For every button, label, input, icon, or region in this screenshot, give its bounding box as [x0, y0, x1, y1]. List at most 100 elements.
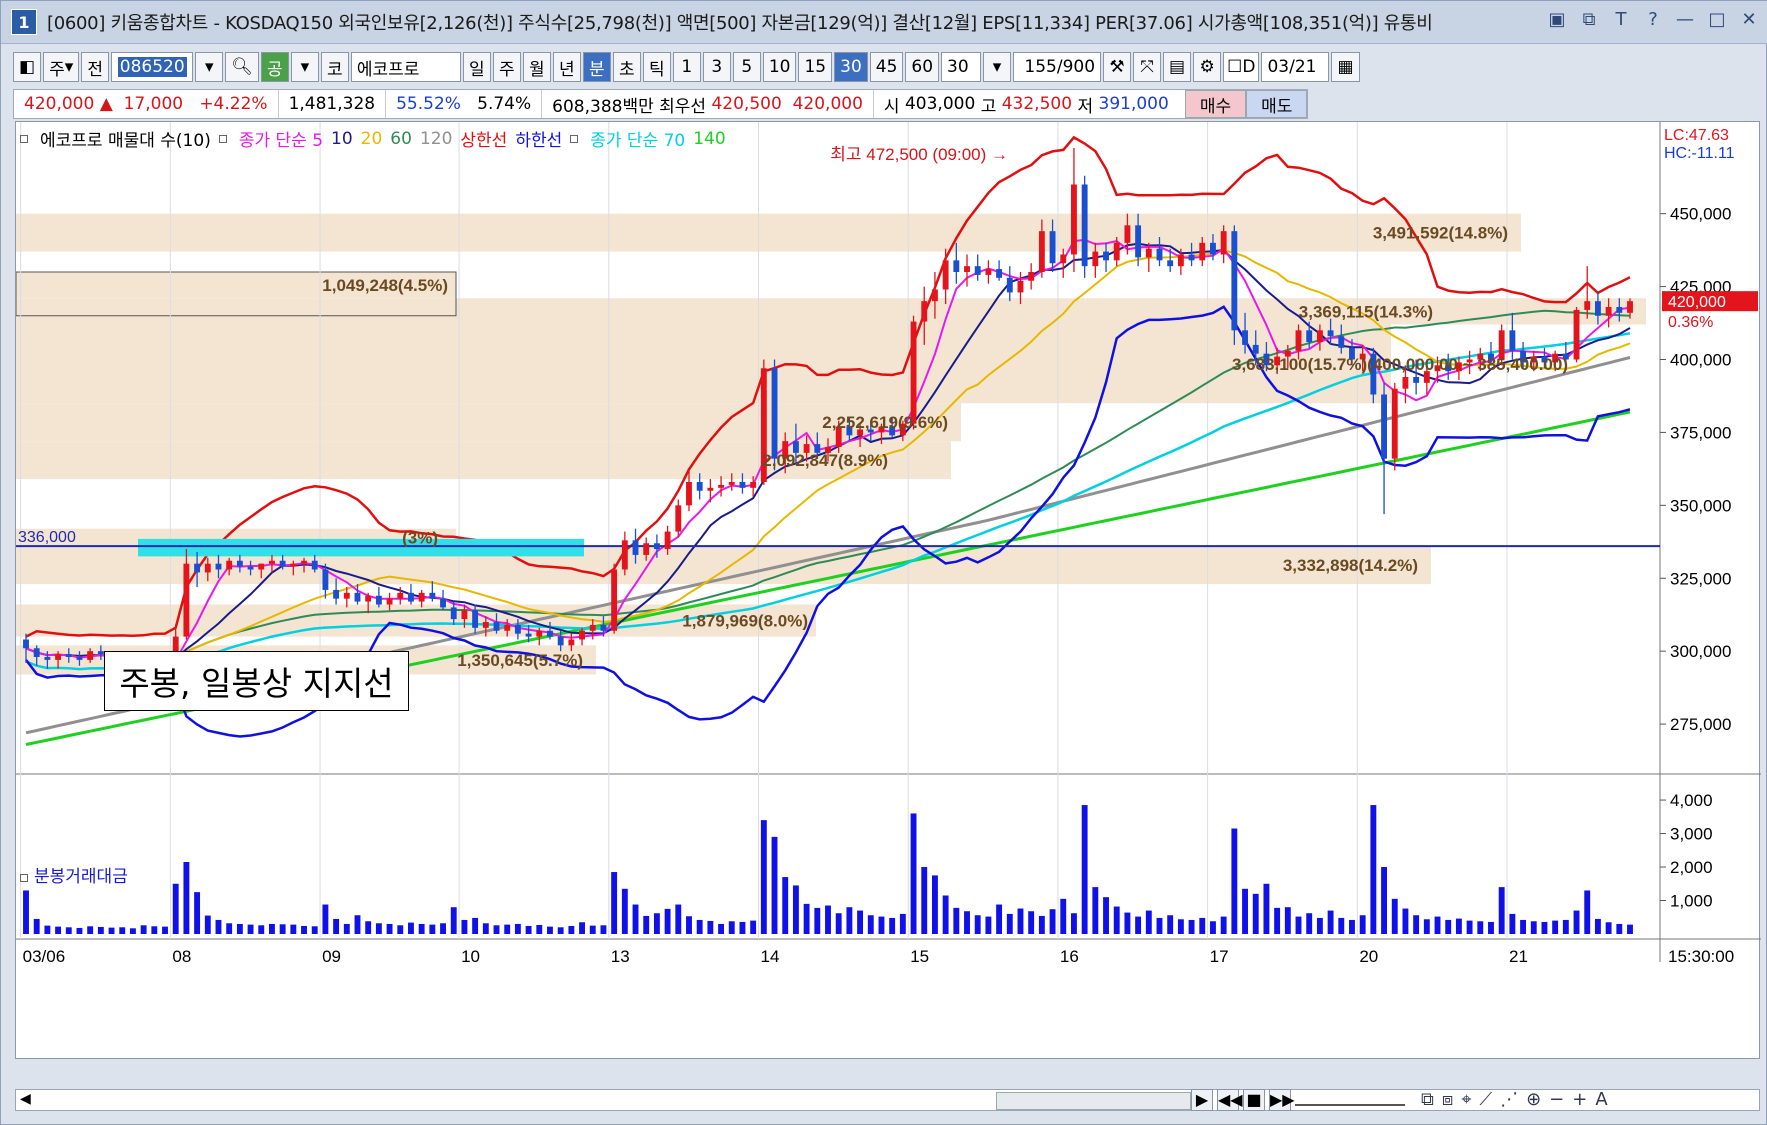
- support-highlight: [138, 538, 584, 557]
- chart-pane[interactable]: 275,000 300,000 325,000 350,000 375,000 400,0…: [15, 121, 1761, 1060]
- compare-icon[interactable]: ⤧: [1133, 52, 1162, 82]
- candle-body: [397, 592, 404, 599]
- fan-icon[interactable]: ⋰: [1500, 1089, 1518, 1110]
- interval-3[interactable]: 3: [702, 52, 731, 82]
- legend-item-9[interactable]: 140: [693, 129, 725, 149]
- code-input[interactable]: 086520: [111, 52, 194, 82]
- volume-bar: [1177, 919, 1184, 934]
- chart-menu-icon[interactable]: ◧: [13, 52, 42, 82]
- period-year[interactable]: 년: [552, 52, 581, 82]
- zoom-in-icon[interactable]: ⊕: [1526, 1089, 1541, 1110]
- legend-item-4[interactable]: 60: [390, 129, 412, 149]
- window-number-badge[interactable]: 1: [11, 9, 37, 35]
- volume-bar: [1466, 920, 1473, 934]
- legend-item-2[interactable]: 10: [331, 129, 353, 149]
- calendar-icon[interactable]: ▦: [1331, 52, 1360, 82]
- candle-body: [931, 289, 938, 302]
- candle-body: [1616, 307, 1623, 313]
- interval-dropdown-icon[interactable]: ▾: [983, 52, 1012, 82]
- legend-item-1[interactable]: 종가 단순 5: [239, 126, 323, 151]
- buy-button[interactable]: 매수: [1184, 90, 1247, 118]
- volume-bar: [1306, 913, 1313, 934]
- copy-window-icon[interactable]: ⧉: [1578, 9, 1600, 30]
- candle-body: [333, 589, 340, 599]
- interval-60[interactable]: 60: [905, 52, 940, 82]
- code-dropdown-icon[interactable]: ▾: [195, 52, 224, 82]
- layout-icon[interactable]: ▣: [1546, 9, 1568, 30]
- kosdaq-button[interactable]: 코: [320, 52, 349, 82]
- legend-item-3[interactable]: 20: [361, 129, 383, 149]
- crosshair-icon[interactable]: ⌖: [1461, 1089, 1471, 1110]
- candle-body: [525, 633, 532, 637]
- count-field[interactable]: 155/900: [1013, 52, 1102, 82]
- fast-forward-icon[interactable]: ▶▶: [1269, 1089, 1295, 1111]
- vol-tick-label: 1,000: [1670, 892, 1713, 911]
- volume-bar: [547, 926, 553, 934]
- candle-body: [23, 639, 29, 649]
- minimize-icon[interactable]: —: [1674, 9, 1696, 30]
- zoom-slider[interactable]: [1295, 1094, 1405, 1106]
- scroll-thumb[interactable]: [996, 1092, 1191, 1110]
- price-chart[interactable]: 275,000 300,000 325,000 350,000 375,000 400,0…: [16, 122, 1761, 1060]
- interval-5[interactable]: 5: [732, 52, 761, 82]
- indicator-icon[interactable]: ⚒: [1103, 52, 1132, 82]
- interval-15[interactable]: 15: [798, 52, 833, 82]
- stop-icon[interactable]: ■: [1243, 1089, 1265, 1111]
- interval-30[interactable]: 30: [834, 52, 868, 82]
- volume-bar: [204, 915, 211, 934]
- magnifier-icon[interactable]: 🔍︎: [225, 52, 259, 82]
- legend-item-6[interactable]: 상한선: [460, 126, 507, 151]
- zoom-out-icon[interactable]: −: [1549, 1089, 1564, 1110]
- close-icon[interactable]: ✕: [1738, 9, 1760, 30]
- trendline-icon[interactable]: ⟋: [1479, 1089, 1492, 1110]
- stock-name-field[interactable]: 에코프로: [350, 52, 461, 82]
- help-icon[interactable]: ?: [1642, 9, 1664, 30]
- legend-item-5[interactable]: 120: [420, 129, 452, 149]
- type-select-2[interactable]: 전: [81, 52, 110, 82]
- legend-item-8[interactable]: 종가 단순 70: [590, 126, 685, 151]
- save-icon[interactable]: ▤: [1163, 52, 1192, 82]
- interval-1[interactable]: 1: [672, 52, 701, 82]
- date-checkbox[interactable]: ☐ D: [1223, 52, 1260, 82]
- period-day[interactable]: 일: [462, 52, 491, 82]
- rewind-icon[interactable]: ◀◀: [1217, 1089, 1243, 1111]
- text-icon[interactable]: T: [1610, 9, 1632, 30]
- maximize-icon[interactable]: □: [1706, 9, 1728, 30]
- legend-item-7[interactable]: 하한선: [515, 126, 562, 151]
- period-week[interactable]: 주: [492, 52, 521, 82]
- interval-45[interactable]: 45: [869, 52, 904, 82]
- candle-body: [418, 592, 425, 602]
- volume-bar: [1199, 917, 1206, 934]
- candle-body: [718, 484, 725, 488]
- sell-button[interactable]: 매도: [1246, 90, 1308, 118]
- compare-chart-icon[interactable]: ⧈: [1442, 1089, 1453, 1110]
- candle-body: [1306, 330, 1313, 342]
- volume-bar: [1135, 916, 1142, 934]
- add-icon[interactable]: +: [1572, 1089, 1587, 1110]
- legend-item-0[interactable]: 에코프로 매물대 수(10): [40, 126, 211, 151]
- font-icon[interactable]: A: [1595, 1089, 1607, 1110]
- volume-bar: [835, 913, 842, 934]
- market-dropdown-icon[interactable]: ▾: [290, 52, 319, 82]
- interval-select[interactable]: 30: [941, 52, 982, 82]
- period-minute[interactable]: 분: [582, 52, 611, 82]
- scroll-left-icon[interactable]: ◀: [20, 1091, 31, 1107]
- period-second[interactable]: 초: [612, 52, 641, 82]
- candle-body: [375, 595, 382, 605]
- date-field[interactable]: 03/21: [1261, 52, 1330, 82]
- interval-10[interactable]: 10: [762, 52, 797, 82]
- market-button[interactable]: 공: [260, 52, 289, 82]
- volume-ratio-cell: 55.52% 5.74%: [386, 90, 543, 118]
- type-select[interactable]: 주 ▾: [43, 52, 80, 82]
- play-icon[interactable]: ▶: [1191, 1089, 1213, 1111]
- volume-bar: [878, 916, 885, 934]
- support-line-annotation: 주봉, 일봉상 지지선: [104, 651, 409, 711]
- box-icon[interactable]: ⧉: [1421, 1089, 1434, 1110]
- ohlc: 시 403,000 고 432,500 저 391,000: [883, 94, 1169, 117]
- volume-bar: [1295, 916, 1302, 934]
- gear-icon[interactable]: ⚙: [1193, 52, 1222, 82]
- volume-bar: [151, 926, 158, 934]
- period-tick[interactable]: 틱: [642, 52, 671, 82]
- period-month[interactable]: 월: [522, 52, 551, 82]
- volume-bar: [1584, 890, 1591, 934]
